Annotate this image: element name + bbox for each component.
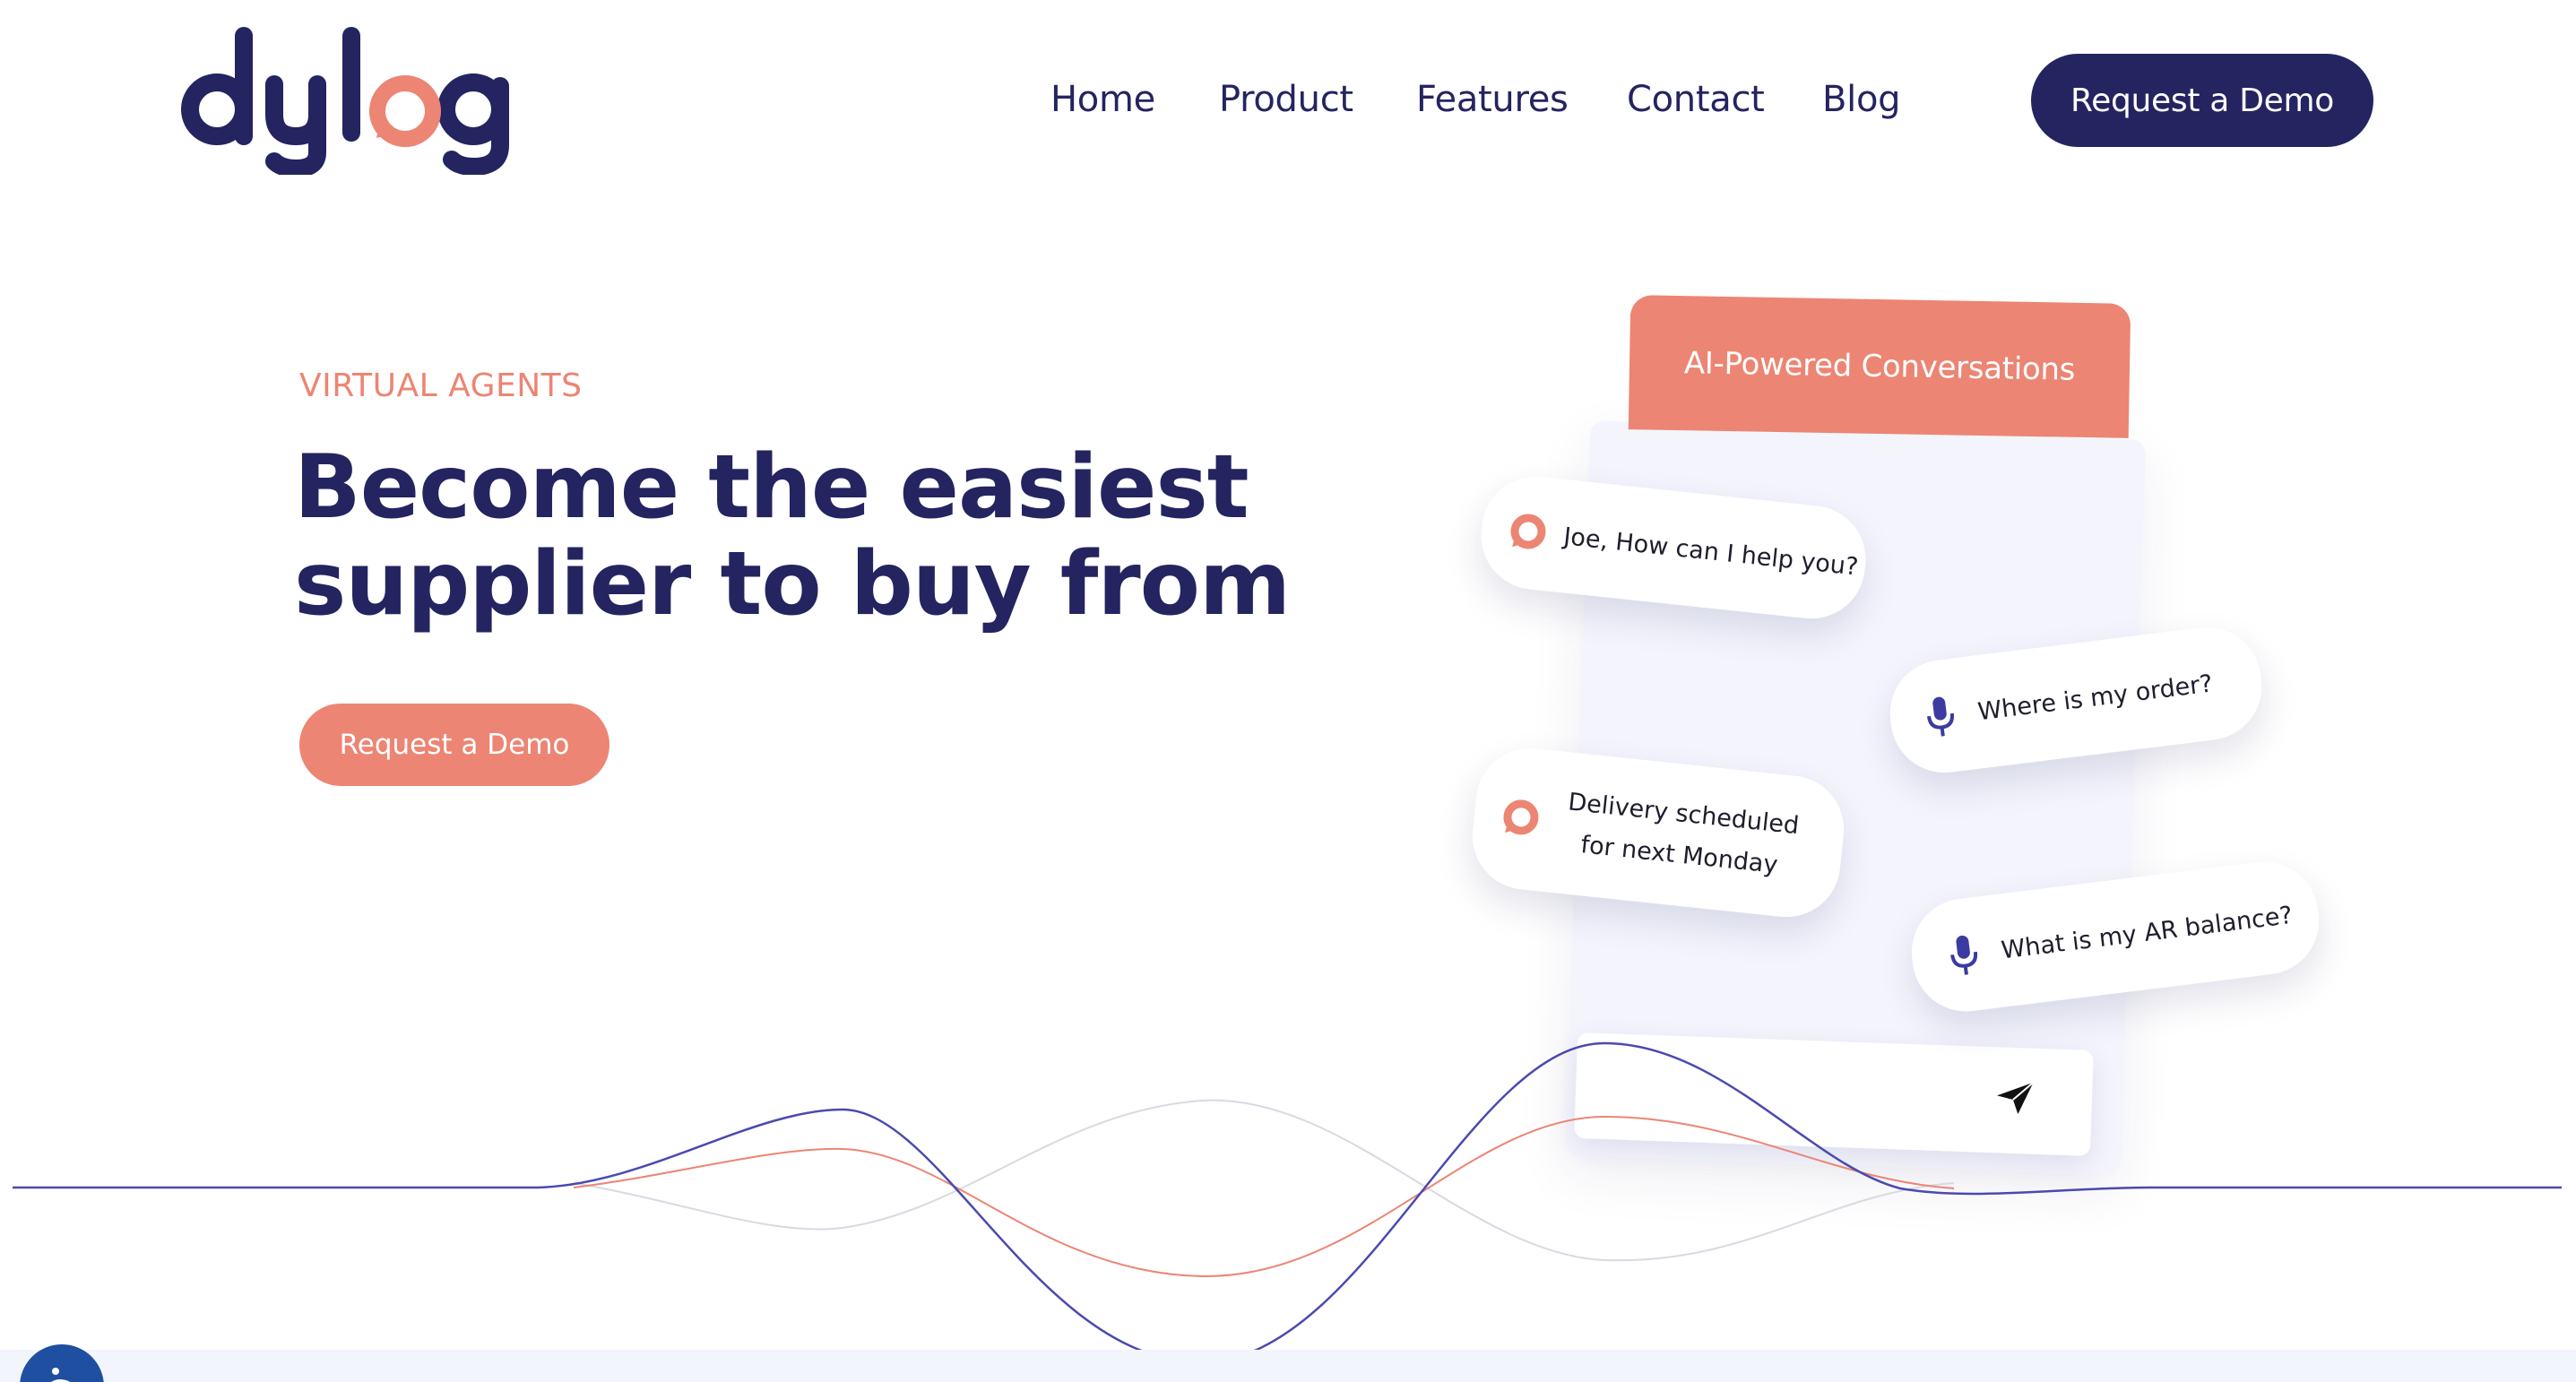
next-section-edge <box>0 1350 2576 1382</box>
nav-product[interactable]: Product <box>1219 79 1353 120</box>
accessibility-icon[interactable] <box>20 1344 104 1382</box>
accessibility-glyph <box>51 1368 71 1382</box>
hero-headline-line1: Become the easiest <box>294 436 1249 539</box>
chat-bubble-icon <box>1500 797 1543 840</box>
nav-features[interactable]: Features <box>1416 79 1569 120</box>
chat-mock-header: AI-Powered Conversations <box>1628 295 2131 438</box>
nav-home[interactable]: Home <box>1050 79 1155 120</box>
hero-request-demo-button[interactable]: Request a Demo <box>299 704 609 786</box>
nav-contact[interactable]: Contact <box>1627 79 1765 120</box>
chat-message-text: What is my AR balance? <box>2000 901 2295 964</box>
dylog-logo[interactable] <box>176 27 516 175</box>
hero-eyebrow: VIRTUAL AGENTS <box>299 367 583 404</box>
chat-message-text: Where is my order? <box>1975 669 2215 726</box>
nav-blog[interactable]: Blog <box>1822 79 1901 120</box>
microphone-icon <box>1923 694 1958 740</box>
sound-wave-decoration <box>13 1041 2562 1364</box>
chat-bubble-icon <box>1507 511 1550 554</box>
hero-headline: Become the easiest supplier to buy from <box>294 436 1291 635</box>
microphone-icon <box>1947 932 1981 979</box>
chat-mock-title: AI-Powered Conversations <box>1683 345 2076 388</box>
chat-message-text: Joe, How can I help you? <box>1562 522 1860 582</box>
chat-message-text: Delivery scheduled for next Monday <box>1566 788 1801 880</box>
hero-headline-line2: supplier to buy from <box>294 533 1291 635</box>
header-request-demo-button[interactable]: Request a Demo <box>2031 54 2373 147</box>
